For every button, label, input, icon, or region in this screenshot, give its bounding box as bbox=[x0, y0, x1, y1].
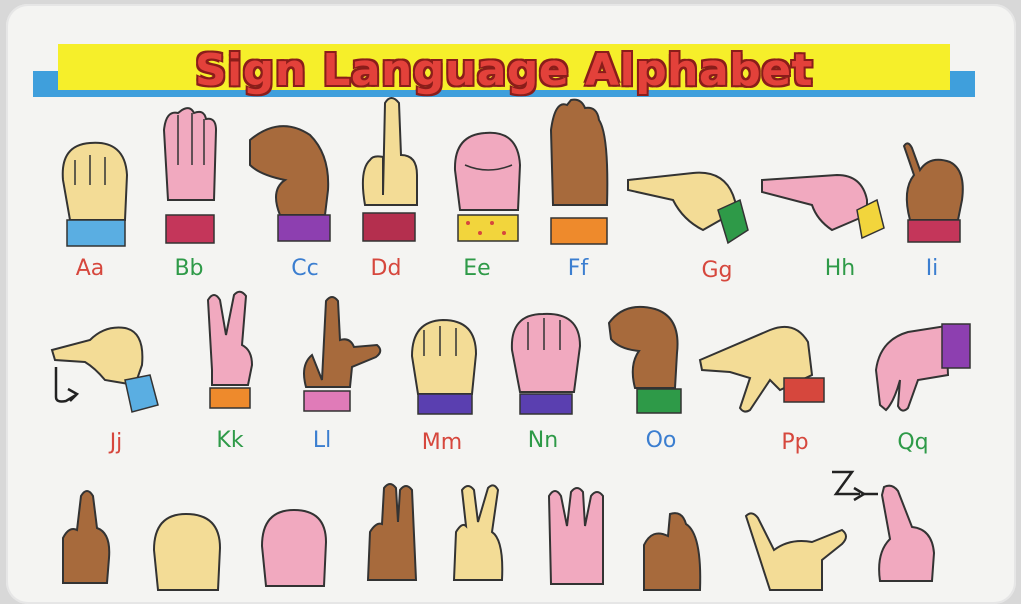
hand-a-illustration bbox=[61, 141, 129, 247]
hand-g-illustration bbox=[627, 171, 749, 245]
letter-e-label: Ee bbox=[463, 256, 491, 281]
hand-k-illustration bbox=[206, 290, 254, 409]
hand-f-illustration bbox=[549, 98, 609, 245]
hand-s-illustration bbox=[152, 512, 222, 591]
hand-q-illustration bbox=[874, 323, 971, 412]
hand-m-illustration bbox=[410, 318, 478, 415]
letter-f-label: Ff bbox=[567, 256, 589, 281]
letter-n-label: Nn bbox=[527, 428, 559, 453]
letter-p-label: Pp bbox=[781, 430, 809, 455]
hand-j-illustration bbox=[50, 326, 159, 413]
letter-a-label: Aa bbox=[75, 256, 105, 281]
letter-i-label: Ii bbox=[925, 256, 939, 281]
letter-g-label: Gg bbox=[701, 258, 733, 283]
letter-q-label: Qq bbox=[897, 430, 929, 455]
letter-c-label: Cc bbox=[291, 256, 319, 281]
letter-j-label: Jj bbox=[109, 430, 123, 455]
letter-m-label: Mm bbox=[421, 430, 463, 455]
hand-i-illustration bbox=[902, 142, 964, 243]
hand-h-illustration bbox=[761, 173, 885, 240]
hand-p-illustration bbox=[698, 326, 825, 413]
hand-d-illustration bbox=[361, 97, 418, 242]
hand-l-illustration bbox=[303, 296, 382, 412]
hand-z-illustration bbox=[878, 484, 936, 582]
hand-t-illustration bbox=[260, 508, 328, 587]
letter-b-label: Bb bbox=[174, 256, 204, 281]
letter-h-label: Hh bbox=[824, 256, 856, 281]
hand-e-illustration bbox=[453, 131, 522, 242]
poster-title: Sign Language Alphabet bbox=[194, 44, 814, 96]
hand-w-illustration bbox=[547, 487, 604, 585]
letter-l-label: Ll bbox=[312, 428, 332, 453]
hand-o-illustration bbox=[607, 305, 682, 414]
hand-r-illustration bbox=[62, 490, 111, 584]
hand-n-illustration bbox=[510, 312, 582, 415]
hand-y-illustration bbox=[744, 512, 847, 591]
hand-b-illustration bbox=[162, 107, 218, 244]
hand-x-illustration bbox=[643, 512, 702, 591]
letter-k-label: Kk bbox=[216, 428, 244, 453]
letter-o-label: Oo bbox=[645, 428, 677, 453]
letter-d-label: Dd bbox=[370, 256, 402, 281]
hand-u-illustration bbox=[366, 483, 418, 581]
hand-c-illustration bbox=[249, 125, 331, 242]
hand-v-illustration bbox=[452, 484, 504, 581]
